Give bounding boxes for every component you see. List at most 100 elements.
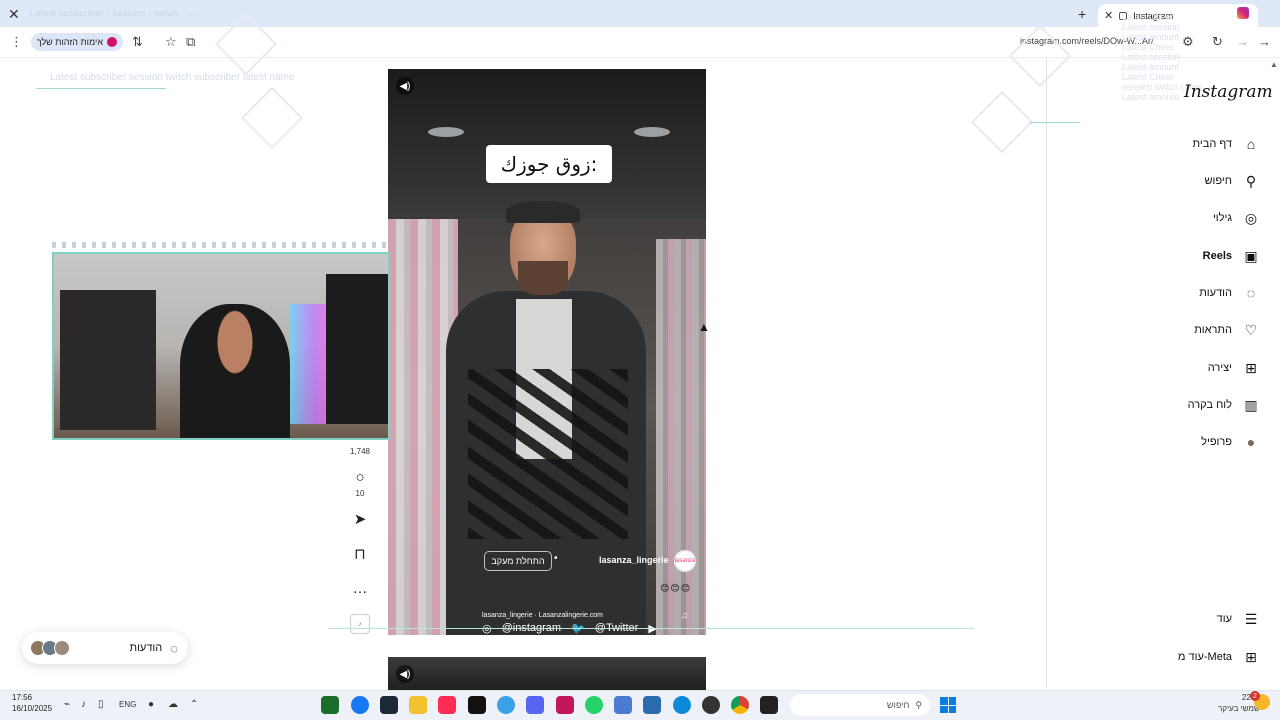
back-icon[interactable]: → — [1258, 34, 1271, 49]
messenger-icon: ◌ — [170, 640, 178, 656]
messages-pill[interactable]: הודעות ◌ — [22, 632, 188, 664]
sidebar-item-home[interactable]: דף הבית ⌂ — [1100, 132, 1260, 156]
battery-icon[interactable]: ▯ — [98, 699, 104, 710]
mic-icon[interactable]: ● — [148, 699, 154, 710]
audio-toggle-icon[interactable]: ◀) — [396, 665, 414, 683]
cloud-icon[interactable]: ☁ — [168, 699, 178, 710]
overlay-diamond-gem-icon — [970, 90, 1034, 154]
clock-date: 16/10/2025 — [12, 704, 53, 713]
facebook-icon[interactable] — [351, 696, 369, 714]
windows-start-icon[interactable] — [940, 697, 956, 713]
overlay-line — [328, 628, 974, 629]
notification-badge: 2 — [1250, 691, 1260, 701]
reel-audio-line[interactable]: lasanza_lingerie · Lasanzalingerie.com — [482, 612, 603, 619]
webcam-overlay — [52, 252, 390, 440]
sidebar-item-more-from-meta[interactable]: עוד מ-Meta ⊞ — [1100, 645, 1260, 669]
sidebar-divider — [1046, 58, 1047, 688]
app-icon[interactable] — [643, 696, 661, 714]
edge-icon[interactable] — [673, 696, 691, 714]
sidebar-item-messages[interactable]: הודעות ◌ — [1100, 281, 1260, 305]
sidebar-item-label: עוד — [1216, 613, 1232, 625]
clock[interactable]: 17:56 16/10/2025 — [12, 692, 52, 714]
whatsapp-icon[interactable] — [585, 696, 603, 714]
messenger-icon: ◌ — [1246, 285, 1256, 301]
sidebar-item-create[interactable]: יצירה ⊞ — [1100, 356, 1260, 380]
share-icon[interactable]: ➤ — [350, 509, 370, 529]
sidebar-item-label: התראות — [1194, 324, 1232, 336]
overlay-ghost-text: Latest subscriber session twitch subscri… — [50, 72, 295, 83]
compass-icon: ◎ — [1244, 209, 1258, 226]
app-icon[interactable] — [497, 696, 515, 714]
sidebar-item-label: גילוי — [1212, 212, 1232, 224]
screenshot-icon[interactable]: ⧉ — [186, 34, 195, 50]
obs-icon[interactable] — [702, 696, 720, 714]
audio-toggle-icon[interactable]: ◀) — [396, 77, 414, 95]
plus-square-icon: ⊞ — [1245, 359, 1257, 376]
more-options-icon[interactable]: … — [350, 578, 370, 598]
ghost-line: Latest amount — [1122, 32, 1180, 42]
save-bookmark-icon[interactable]: ⊓ — [350, 544, 370, 564]
instagram-logo[interactable]: Instagram — [1184, 82, 1273, 102]
discord-icon[interactable] — [526, 696, 544, 714]
close-tab-icon[interactable]: ✕ — [1104, 9, 1113, 22]
chrome-icon[interactable] — [731, 696, 749, 714]
network-icon[interactable]: ⌁ — [64, 699, 70, 710]
tray-expand-icon[interactable]: ⌃ — [190, 699, 198, 710]
reel-avatar[interactable]: lasanza — [674, 550, 696, 572]
bookmark-star-icon[interactable]: ☆ — [165, 34, 177, 50]
sidebar-item-more[interactable]: עוד ☰ — [1100, 607, 1260, 631]
reel-video[interactable]: ◀) زوق جوزك: התחלת מעקב • lasanza_linger… — [388, 69, 706, 635]
sidebar-item-explore[interactable]: גילוי ◎ — [1100, 206, 1260, 230]
comment-icon[interactable]: ○ — [350, 467, 370, 487]
calculator-icon[interactable] — [614, 696, 632, 714]
sidebar-item-label: Reels — [1202, 250, 1232, 262]
sidebar-item-profile[interactable]: פרופיל ● — [1100, 430, 1260, 454]
overlay-line — [36, 88, 166, 89]
verify-identity-badge[interactable]: אימות הזהות שלך — [31, 33, 123, 51]
taskbar-search[interactable]: חיפוש ⚲ — [790, 694, 930, 716]
sidebar-item-search[interactable]: חיפוש ⚲ — [1100, 169, 1260, 193]
overlay-ghost-text: Latest subscriber · session · twitch · .… — [30, 8, 197, 18]
reel-scene-rack — [656, 239, 706, 635]
dashboard-icon: ▥ — [1244, 396, 1258, 413]
language-indicator[interactable]: ENG — [119, 700, 136, 709]
terminal-icon[interactable] — [760, 696, 778, 714]
taskbar-app-icon[interactable] — [321, 696, 339, 714]
ghost-line: Latest Cheer — [1122, 72, 1174, 82]
follow-button[interactable]: התחלת מעקב — [484, 551, 552, 571]
heart-icon: ♡ — [1244, 321, 1258, 338]
hamburger-menu-icon: ☰ — [1244, 610, 1258, 627]
reading-list-icon[interactable]: ⇅ — [132, 34, 143, 50]
close-window-icon[interactable]: ✕ — [8, 6, 20, 23]
ghost-line: Latest session — [1122, 52, 1180, 62]
file-explorer-icon[interactable] — [409, 696, 427, 714]
music-note-icon: ♫ — [681, 610, 688, 620]
sidebar-item-label: דף הבית — [1192, 138, 1232, 150]
volume-icon[interactable]: ♪ — [81, 699, 86, 710]
new-tab-icon[interactable]: + — [1078, 6, 1086, 22]
steam-icon[interactable] — [380, 696, 398, 714]
sidebar-item-reels[interactable]: Reels ▣ — [1100, 244, 1260, 268]
tiktok-studio-icon[interactable] — [438, 696, 456, 714]
scrollbar-up-arrow-icon[interactable]: ▲ — [1270, 60, 1278, 69]
home-icon: ⌂ — [1246, 136, 1256, 152]
search-placeholder: חיפוש — [886, 700, 910, 710]
grid-icon: ⊞ — [1245, 648, 1257, 665]
reel-product — [468, 369, 628, 539]
audio-thumbnail-icon[interactable]: ♪ — [350, 614, 370, 634]
sidebar-item-notifications[interactable]: התראות ♡ — [1100, 318, 1260, 342]
app-icon[interactable] — [556, 696, 574, 714]
tiktok-icon[interactable] — [468, 696, 486, 714]
search-icon: ⚲ — [915, 699, 922, 710]
sidebar-item-dashboard[interactable]: לוח בקרה ▥ — [1100, 393, 1260, 417]
webcam-frame-decoration — [52, 242, 390, 248]
menu-dots-icon[interactable]: ⋮ — [10, 34, 23, 50]
webcam-chair — [326, 274, 388, 424]
ghost-line: Latest session — [1122, 22, 1180, 32]
overlay-line — [1030, 122, 1080, 123]
messages-label: הודעות — [129, 642, 163, 654]
webcam-pc-tower — [60, 290, 156, 430]
reel-scene-ceiling — [388, 69, 706, 219]
reel-username[interactable]: lasanza_lingerie — [599, 555, 669, 565]
sidebar-item-label: יצירה — [1207, 362, 1232, 374]
